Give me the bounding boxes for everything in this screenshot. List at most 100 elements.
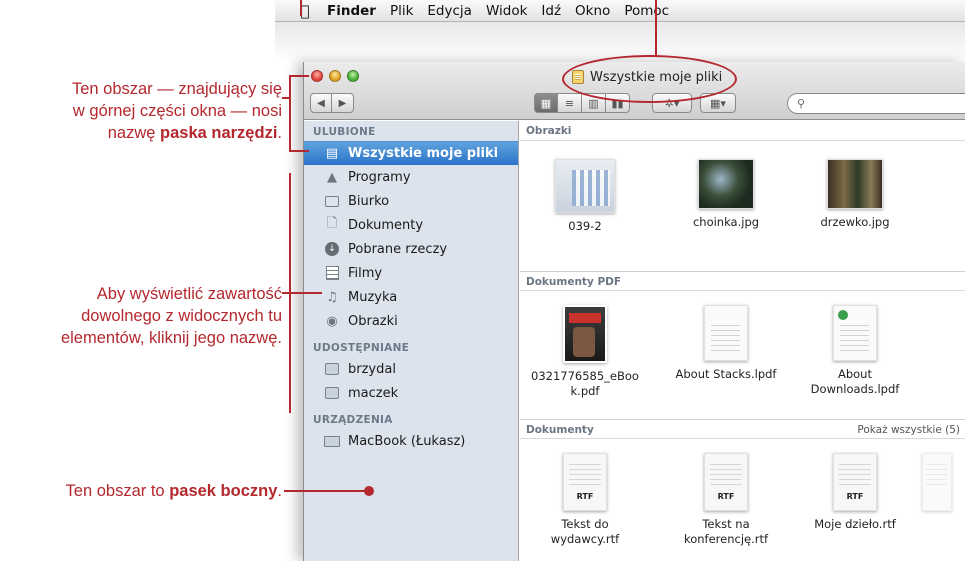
sidebar-item-brzydal[interactable]: brzydal xyxy=(304,357,518,381)
toolbar-callout: Ten obszar — znajdujący się w górnej czę… xyxy=(0,78,282,144)
file-item[interactable]: drzewko.jpg xyxy=(800,159,910,230)
menu-window[interactable]: Okno xyxy=(575,3,610,19)
all-files-icon: ▤ xyxy=(325,146,339,161)
file-item[interactable]: 0321776585_eBoo k.pdf xyxy=(530,305,640,399)
sidebar-item-pictures[interactable]: ◉ Obrazki xyxy=(304,309,518,333)
file-name-line2: k.pdf xyxy=(570,384,600,398)
minimize-button[interactable] xyxy=(329,70,341,82)
laptop-icon xyxy=(324,434,340,449)
file-name-line1: Moje dzieło.rtf xyxy=(814,517,896,531)
close-button[interactable] xyxy=(311,70,323,82)
sidebar-item-label: Dokumenty xyxy=(348,217,424,233)
section-title: Obrazki xyxy=(526,125,572,137)
title-pointer-line xyxy=(655,0,657,56)
menu-file[interactable]: Plik xyxy=(390,3,413,19)
finder-window: Wszystkie moje pliki ◀ ▶ ▦ ≡ ▥ ▮▮ ✲▾ ▦▾ … xyxy=(303,62,965,561)
file-item[interactable]: About Downloads.lpdf xyxy=(800,305,910,397)
rtf-badge: RTF xyxy=(717,492,735,501)
forward-button[interactable]: ▶ xyxy=(332,93,354,113)
sidebar-items-callout-line1: Aby wyświetlić zawartość xyxy=(96,285,282,303)
sidebar-items-pointer xyxy=(282,292,322,294)
sidebar-item-movies[interactable]: Filmy xyxy=(304,261,518,285)
file-name-line2: Downloads.lpdf xyxy=(810,382,900,396)
list-view-button[interactable]: ≡ xyxy=(558,93,582,113)
show-all-link[interactable]: Pokaż wszystkie (5) xyxy=(857,420,960,438)
shared-computer-icon xyxy=(324,362,340,377)
file-name-line1: Tekst na xyxy=(702,517,750,531)
file-item[interactable]: RTF Tekst do wydawcy.rtf xyxy=(530,453,640,547)
sidebar-item-label: brzydal xyxy=(348,361,396,377)
menu-pointer-line xyxy=(300,0,302,16)
file-item[interactable]: RTF Moje dzieło.rtf xyxy=(800,453,910,532)
section-documents: RTF Tekst do wydawcy.rtf RTF Tekst na ko… xyxy=(520,439,965,561)
sidebar-item-macbook[interactable]: MacBook (Łukasz) xyxy=(304,429,518,453)
sidebar-header-shared: UDOSTĘPNIANE xyxy=(313,342,410,354)
downloads-icon: ↓ xyxy=(324,242,340,257)
file-item[interactable]: choinka.jpg xyxy=(671,159,781,230)
section-header-documents: Dokumenty Pokaż wszystkie (5) xyxy=(520,419,965,439)
section-title: Dokumenty xyxy=(526,424,594,436)
sidebar-item-label: Wszystkie moje pliki xyxy=(348,146,499,161)
toolbar-callout-line3: nazwę paska narzędzi. xyxy=(107,124,282,142)
screenshot-thumbnail xyxy=(555,159,615,213)
sidebar-header-devices: URZĄDZENIA xyxy=(313,414,393,426)
section-header-pictures: Obrazki xyxy=(520,121,965,141)
sidebar-items-callout: Aby wyświetlić zawartość dowolnego z wid… xyxy=(0,283,282,349)
search-field[interactable]: ⚲ xyxy=(787,93,965,114)
sidebar-item-music[interactable]: ♫ Muzyka xyxy=(304,285,518,309)
sidebar-items-callout-line3: elementów, kliknij jego nazwę. xyxy=(60,329,282,347)
menu-edit[interactable]: Edycja xyxy=(427,3,472,19)
sidebar-callout: Ten obszar to pasek boczny. xyxy=(65,482,282,500)
file-name: drzewko.jpg xyxy=(820,215,890,229)
icon-view-button[interactable]: ▦ xyxy=(534,93,558,113)
sidebar-item-label: Biurko xyxy=(348,193,390,209)
menu-view[interactable]: Widok xyxy=(486,3,527,19)
photo-thumbnail xyxy=(827,159,883,209)
file-item[interactable]: RTF Tekst na konferencję.rtf xyxy=(671,453,781,547)
sidebar-item-label: Muzyka xyxy=(348,289,398,305)
file-item[interactable]: About Stacks.lpdf xyxy=(671,305,781,382)
section-pictures: 039-2 choinka.jpg drzewko.jpg xyxy=(520,141,965,271)
search-input[interactable] xyxy=(809,97,965,110)
rtf-thumbnail-partial xyxy=(922,453,952,511)
sidebar-header-favorites: ULUBIONE xyxy=(313,126,376,138)
zoom-button[interactable] xyxy=(347,70,359,82)
sidebar-pointer-dot xyxy=(364,486,374,496)
pictures-icon: ◉ xyxy=(326,313,338,329)
menu-bar:  Finder Plik Edycja Widok Idź Okno Pomo… xyxy=(275,0,965,22)
sidebar-item-applications[interactable]: ▲ Programy xyxy=(304,165,518,189)
file-name-line2: konferencję.rtf xyxy=(683,532,769,546)
section-pdf: 0321776585_eBoo k.pdf About Stacks.lpdf … xyxy=(520,291,965,419)
sidebar-item-maczek[interactable]: maczek xyxy=(304,381,518,405)
menu-go[interactable]: Idź xyxy=(541,3,561,19)
toolbar-bracket-tick xyxy=(282,97,291,99)
rtf-thumbnail: RTF xyxy=(563,453,607,511)
sidebar-pointer-line xyxy=(284,490,368,492)
sidebar-item-desktop[interactable]: Biurko xyxy=(304,189,518,213)
sidebar-item-downloads[interactable]: ↓ Pobrane rzeczy xyxy=(304,237,518,261)
back-forward-group: ◀ ▶ xyxy=(310,93,354,113)
sidebar-item-documents[interactable]: 🗋 Dokumenty xyxy=(304,213,518,237)
desktop-icon xyxy=(324,194,340,209)
file-item[interactable]: 039-2 xyxy=(530,159,640,234)
applications-icon: ▲ xyxy=(327,169,337,185)
sidebar-item-label: Obrazki xyxy=(348,313,398,329)
sidebar-item-label: MacBook (Łukasz) xyxy=(348,433,466,449)
file-name: choinka.jpg xyxy=(692,215,760,229)
music-icon: ♫ xyxy=(326,289,338,305)
menu-finder[interactable]: Finder xyxy=(327,3,376,19)
file-name-line1: 0321776585_eBoo xyxy=(531,369,639,383)
sidebar-items-callout-line2: dowolnego z widocznych tu xyxy=(81,307,282,325)
sidebar-item-all-my-files[interactable]: ▤ Wszystkie moje pliki xyxy=(304,141,518,165)
sidebar-item-label: Pobrane rzeczy xyxy=(348,241,448,257)
menu-help[interactable]: Pomoc xyxy=(624,3,669,19)
back-button[interactable]: ◀ xyxy=(310,93,332,113)
search-icon: ⚲ xyxy=(797,97,806,110)
rtf-badge: RTF xyxy=(846,492,864,501)
photo-thumbnail xyxy=(698,159,754,209)
sidebar-item-label: Filmy xyxy=(348,265,383,281)
pdf-thumbnail xyxy=(833,305,877,361)
pdf-thumbnail xyxy=(563,305,607,363)
pdf-thumbnail xyxy=(704,305,748,361)
file-name-line2: wydawcy.rtf xyxy=(550,532,620,546)
